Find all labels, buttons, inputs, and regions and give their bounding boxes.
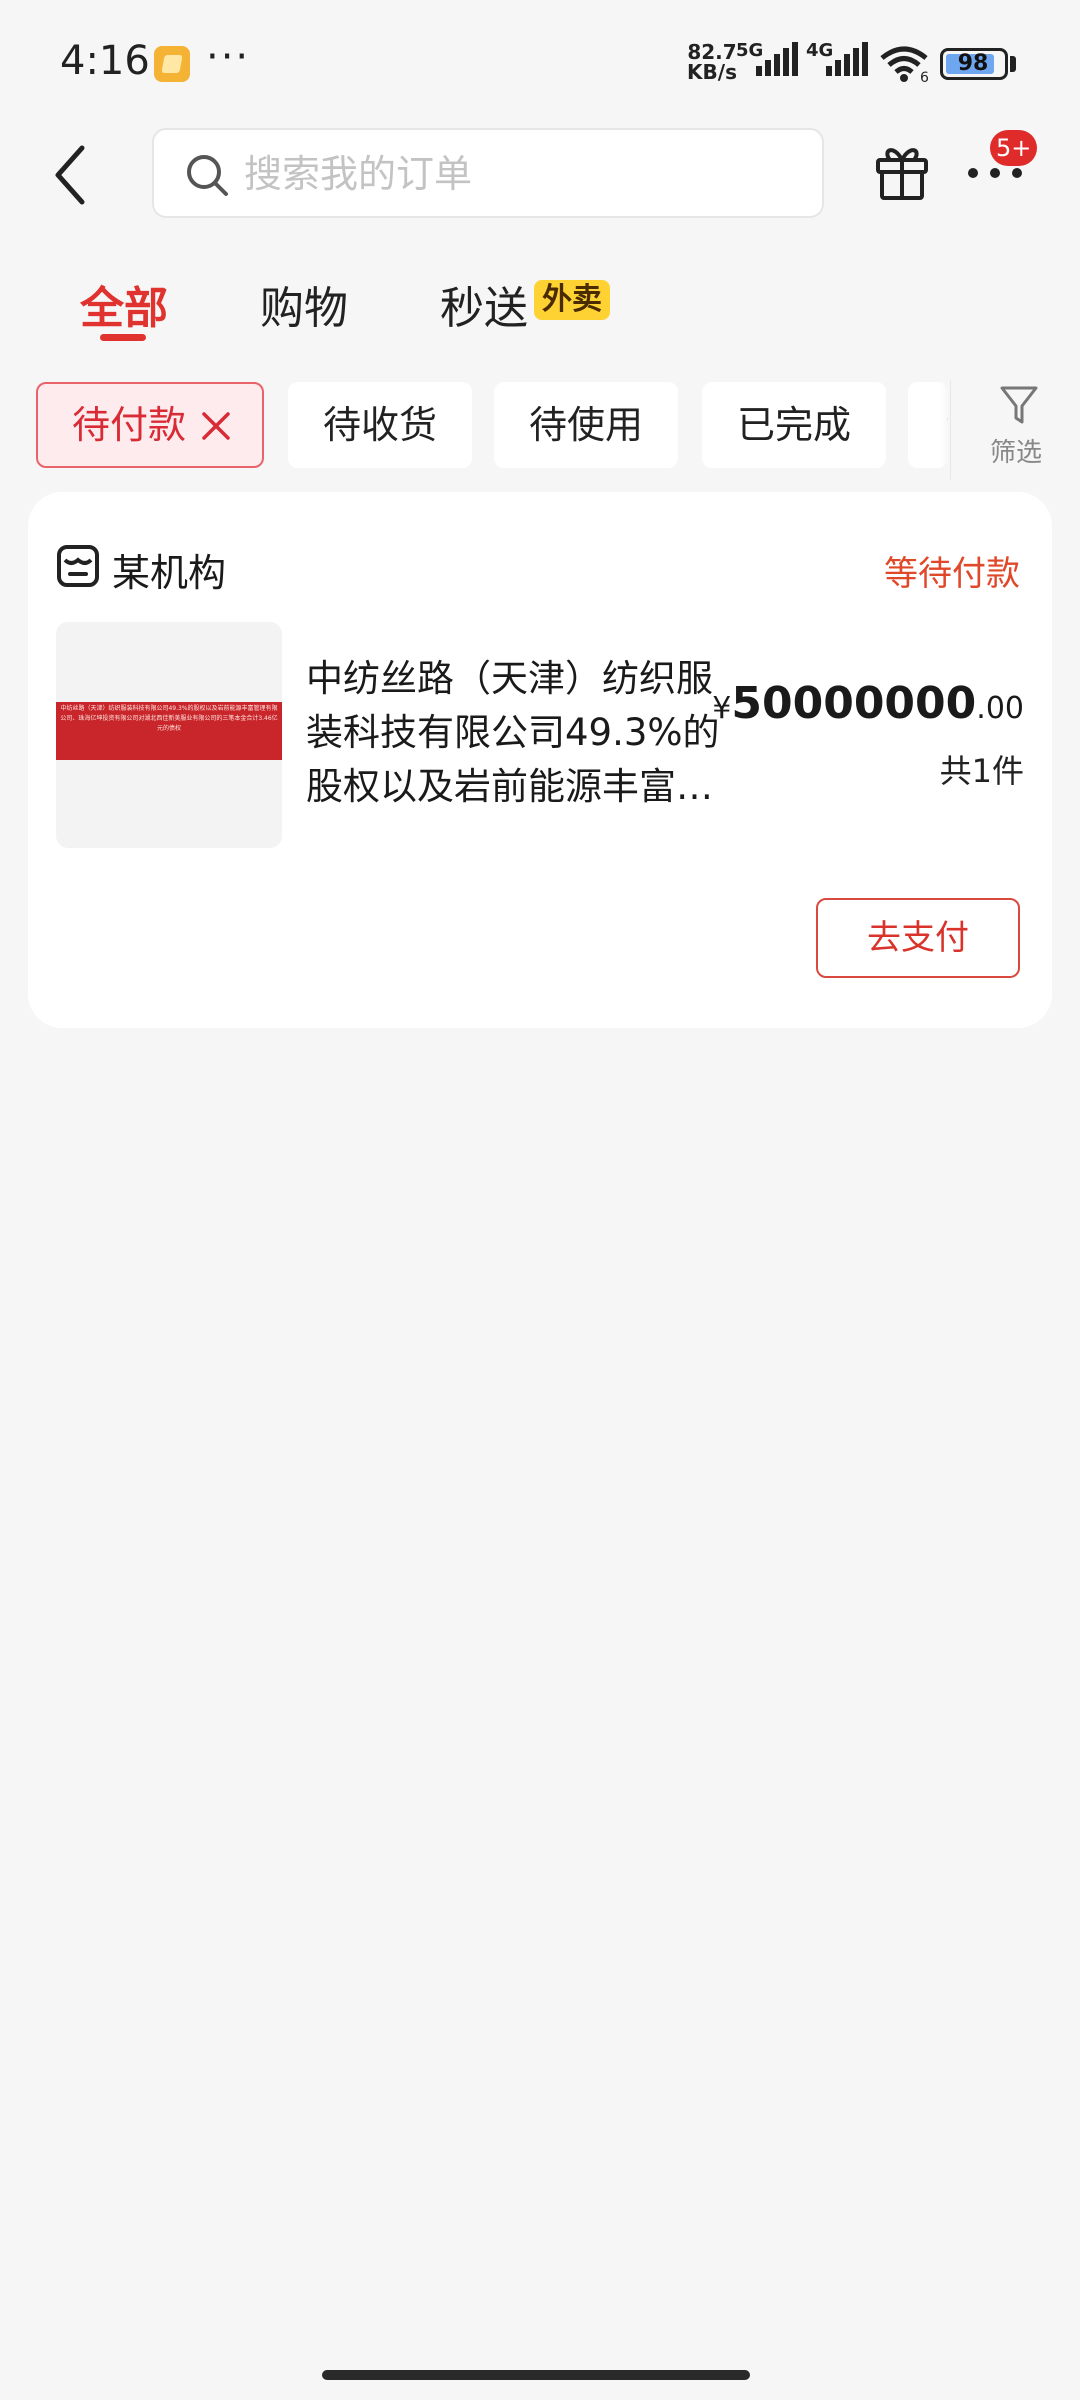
status-more-icon: ··· (206, 34, 251, 80)
search-icon (187, 155, 228, 196)
filter-icon (1000, 386, 1038, 424)
signal-4g-icon (826, 42, 868, 76)
price-decimal: .00 (976, 691, 1024, 726)
thumbnail-banner: 中纺丝路（天津）纺织服装科技有限公司49.3%的股权以及岩前能源丰富管理有限公司… (56, 702, 282, 760)
price-integer: 50000000 (731, 678, 977, 729)
product-image[interactable]: 中纺丝路（天津）纺织服装科技有限公司49.3%的股权以及岩前能源丰富管理有限公司… (56, 622, 282, 848)
takeout-badge: 外卖 (534, 280, 610, 320)
pay-button[interactable]: 去支付 (816, 898, 1020, 978)
gift-icon (876, 148, 928, 200)
filter-label: 筛选 (989, 438, 1042, 468)
chip-pending-receipt[interactable]: 待收货 (288, 382, 472, 468)
chip-pending-payment[interactable]: 待付款 (36, 382, 264, 468)
chip-completed[interactable]: 已完成 (702, 382, 886, 468)
battery-level: 98 (957, 51, 989, 76)
search-bar[interactable] (152, 128, 824, 218)
chip-label: 待付款 (72, 403, 187, 447)
signal-5g-icon (756, 42, 798, 76)
network-speed: 82.7 KB/s (682, 42, 742, 82)
tab-all[interactable]: 全部 (80, 272, 168, 336)
gift-button[interactable] (872, 140, 932, 206)
chip-pending-use[interactable]: 待使用 (494, 382, 678, 468)
network-speed-value: 82.7 (687, 40, 737, 64)
notification-badge: 5+ (990, 130, 1038, 166)
order-price: ¥50000000.00 (712, 678, 1024, 729)
status-time: 4:16 (60, 38, 150, 84)
product-title[interactable]: 中纺丝路（天津）纺织服装科技有限公司49.3%的股权以及岩前能源丰富管理有限公司… (306, 652, 736, 814)
filter-button[interactable]: 筛选 (950, 380, 1080, 480)
more-icon (968, 168, 1028, 180)
back-button[interactable] (52, 140, 102, 210)
order-card[interactable]: 某机构 等待付款 中纺丝路（天津）纺织服装科技有限公司49.3%的股权以及岩前能… (28, 492, 1052, 1028)
battery-icon: 98 (940, 48, 1008, 80)
item-quantity: 共1件 (939, 752, 1024, 790)
tab-shopping[interactable]: 购物 (260, 272, 348, 336)
tab-flash-delivery[interactable]: 秒送 (440, 272, 528, 336)
tab-active-indicator (100, 334, 146, 341)
close-icon[interactable] (198, 408, 234, 444)
wifi-sub-label: 6 (920, 70, 929, 82)
chips-fade (940, 370, 950, 480)
back-arrow-icon (55, 145, 85, 205)
network-speed-unit: KB/s (687, 60, 737, 84)
thumbnail-text: 中纺丝路（天津）纺织服装科技有限公司49.3%的股权以及岩前能源丰富管理有限公司… (60, 705, 278, 732)
price-symbol: ¥ (712, 691, 732, 726)
notes-app-icon (154, 46, 190, 82)
store-name[interactable]: 某机构 (112, 542, 226, 597)
home-indicator[interactable] (322, 2370, 750, 2380)
status-bar: 4:16 ··· 82.7 KB/s 5G 4G 6 98 (0, 0, 1080, 120)
store-icon (57, 545, 99, 587)
search-input[interactable] (244, 148, 804, 200)
order-status: 等待付款 (884, 554, 1020, 594)
battery-cap (1010, 56, 1016, 72)
wifi-icon: 6 (880, 46, 929, 82)
